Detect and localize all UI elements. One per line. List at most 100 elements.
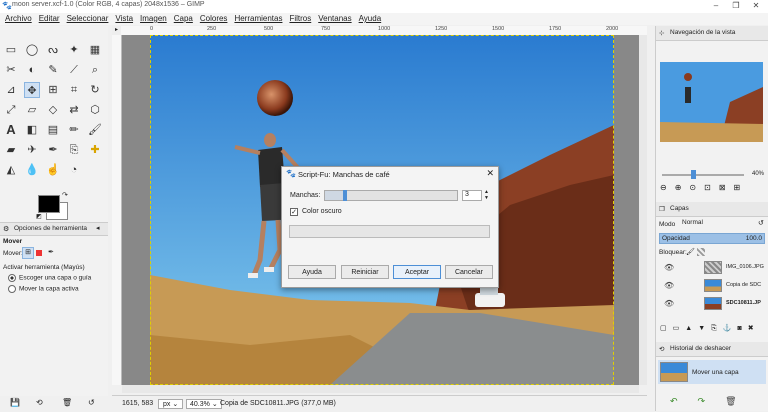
menu-capa[interactable]: Capa <box>174 13 193 25</box>
tab-menu-icon[interactable]: ◂ <box>96 224 100 232</box>
visibility-eye-icon[interactable]: 👁 <box>664 263 674 272</box>
fuzzy-select-icon[interactable]: ✦ <box>66 42 82 58</box>
pencil-icon[interactable]: ✏ <box>66 122 82 138</box>
history-item[interactable]: Mover una capa <box>658 360 766 384</box>
navigation-tab[interactable]: ⊹ Navegación de la vista <box>656 26 768 41</box>
ink-icon[interactable]: ✒ <box>45 142 61 158</box>
color-picker-icon[interactable]: ⟋ <box>66 62 82 78</box>
layer-row[interactable]: 👁 IMG_0106.JPG <box>658 259 766 276</box>
quick-mask-corner-icon[interactable]: ▸ <box>112 26 121 35</box>
airbrush-icon[interactable]: ✈ <box>24 142 40 158</box>
reset-button[interactable]: Reiniciar <box>341 265 389 279</box>
swap-colors-icon[interactable]: ↷ <box>62 191 68 199</box>
opacity-slider[interactable]: Opacidad 100.0 <box>659 233 765 244</box>
lock-alpha-icon[interactable] <box>697 248 705 256</box>
visibility-eye-icon[interactable]: 👁 <box>664 299 674 308</box>
blend-icon[interactable]: ▤ <box>45 122 61 138</box>
zoom-out-icon[interactable]: ⊖ <box>660 183 675 192</box>
unit-select[interactable]: px ⌄ <box>158 399 184 409</box>
foreground-color-front[interactable] <box>38 195 60 213</box>
scissors-icon[interactable]: ✂ <box>3 62 19 78</box>
rect-select-icon[interactable]: ▭ <box>3 42 19 58</box>
menu-colores[interactable]: Colores <box>200 13 228 25</box>
rotate-icon[interactable]: ↻ <box>87 82 103 98</box>
mode-select[interactable]: Normal <box>682 219 758 229</box>
spots-slider-handle[interactable] <box>342 190 347 201</box>
radio-pick-layer[interactable]: Escoger una capa o guía <box>8 274 91 282</box>
menu-herramientas[interactable]: Herramientas <box>234 13 282 25</box>
navigation-preview[interactable] <box>660 62 763 142</box>
zoom-select[interactable]: 40.3% ⌄ <box>186 399 222 409</box>
restore-options-icon[interactable]: ⟲ <box>36 398 43 407</box>
help-button[interactable]: Ayuda <box>288 265 336 279</box>
flip-icon[interactable]: ⇄ <box>66 102 82 118</box>
paths-icon[interactable]: ✎ <box>45 62 61 78</box>
horizontal-scrollbar[interactable] <box>122 385 639 393</box>
new-layer-icon[interactable]: ▢ <box>660 325 673 332</box>
fill-icon[interactable]: ⊞ <box>734 183 749 192</box>
new-group-icon[interactable]: ▭ <box>673 325 686 332</box>
maximize-button[interactable]: ❐ <box>726 0 746 13</box>
close-button[interactable]: ✕ <box>746 0 766 13</box>
nav-zoom-slider[interactable] <box>662 174 744 176</box>
spots-slider[interactable] <box>324 190 458 201</box>
visibility-eye-icon[interactable]: 👁 <box>664 281 674 290</box>
spots-spinbox[interactable]: 3 <box>462 190 482 201</box>
dialog-close-button[interactable]: ✕ <box>486 168 494 179</box>
minimize-button[interactable]: – <box>706 0 726 13</box>
clone-icon[interactable]: ⎘ <box>66 142 82 158</box>
text-icon[interactable]: A <box>3 122 19 138</box>
shear-icon[interactable]: ▱ <box>24 102 40 118</box>
dodge-burn-icon[interactable]: ◔ <box>66 162 82 178</box>
heal-icon[interactable]: ✚ <box>87 142 103 158</box>
layers-tab[interactable]: ❐ Capas <box>656 202 768 217</box>
move-layer-mode-icon[interactable]: ⊞ <box>22 247 34 259</box>
eraser-icon[interactable]: ▰ <box>3 142 19 158</box>
zoom-one-icon[interactable]: ⊙ <box>689 183 704 192</box>
vertical-scrollbar[interactable] <box>639 35 647 385</box>
move-path-mode-icon[interactable]: ✒ <box>48 248 54 256</box>
fit-icon[interactable]: ⊡ <box>704 183 719 192</box>
menu-seleccionar[interactable]: Seleccionar <box>67 13 109 25</box>
layer-row[interactable]: 👁 SDC10811.JP <box>658 295 766 312</box>
nav-zoom-slider-handle[interactable] <box>691 170 696 179</box>
lower-layer-icon[interactable]: ▼ <box>698 325 711 332</box>
perspective-icon[interactable]: ◇ <box>45 102 61 118</box>
save-options-icon[interactable]: 💾 <box>10 398 20 407</box>
duplicate-layer-icon[interactable]: ⎘ <box>711 325 723 332</box>
lock-pixels-icon[interactable]: 🖌 <box>686 248 695 256</box>
color-select-icon[interactable]: ▦ <box>87 42 103 58</box>
undo-icon[interactable]: ↶ <box>670 396 698 406</box>
cage-icon[interactable]: ⬡ <box>87 102 103 118</box>
reset-mode-icon[interactable]: ↺ <box>758 219 764 227</box>
scale-icon[interactable]: ⤢ <box>3 102 19 118</box>
history-tab[interactable]: ⟲ Historial de deshacer <box>656 342 768 357</box>
mask-layer-icon[interactable]: ◙ <box>737 325 747 332</box>
foreground-select-icon[interactable]: ◐ <box>24 62 40 78</box>
default-colors-icon[interactable]: ◩ <box>36 213 42 220</box>
menu-ventanas[interactable]: Ventanas <box>318 13 351 25</box>
blur-icon[interactable]: 💧 <box>24 162 40 178</box>
bucket-fill-icon[interactable]: ◧ <box>24 122 40 138</box>
move-selection-mode-icon[interactable] <box>36 250 42 256</box>
zoom-icon[interactable]: ⌕ <box>87 62 103 78</box>
menu-ayuda[interactable]: Ayuda <box>359 13 382 25</box>
ellipse-select-icon[interactable]: ◯ <box>24 42 40 58</box>
left-ruler[interactable] <box>112 35 122 385</box>
redo-icon[interactable]: ↷ <box>698 396 726 406</box>
ok-button[interactable]: Aceptar <box>393 265 441 279</box>
spin-arrows-icon[interactable]: ▲ ▼ <box>484 189 489 201</box>
layer-row[interactable]: 👁 Copia de SDC <box>658 277 766 294</box>
menu-filtros[interactable]: Filtros <box>289 13 311 25</box>
menu-imagen[interactable]: Imagen <box>140 13 167 25</box>
shrink-wrap-icon[interactable]: ⊠ <box>719 183 734 192</box>
clear-history-icon[interactable]: 🗑 <box>725 396 756 406</box>
smudge-icon[interactable]: ☝ <box>45 162 61 178</box>
tool-options-tab[interactable]: ⚙ Opciones de herramienta ◂ <box>0 222 108 236</box>
delete-layer-icon[interactable]: ✖ <box>748 325 760 332</box>
menu-editar[interactable]: Editar <box>39 13 60 25</box>
reset-options-icon[interactable]: ↺ <box>88 398 95 407</box>
perspective-clone-icon[interactable]: ◭ <box>3 162 19 178</box>
menu-vista[interactable]: Vista <box>115 13 133 25</box>
delete-options-icon[interactable]: 🗑 <box>62 398 72 407</box>
